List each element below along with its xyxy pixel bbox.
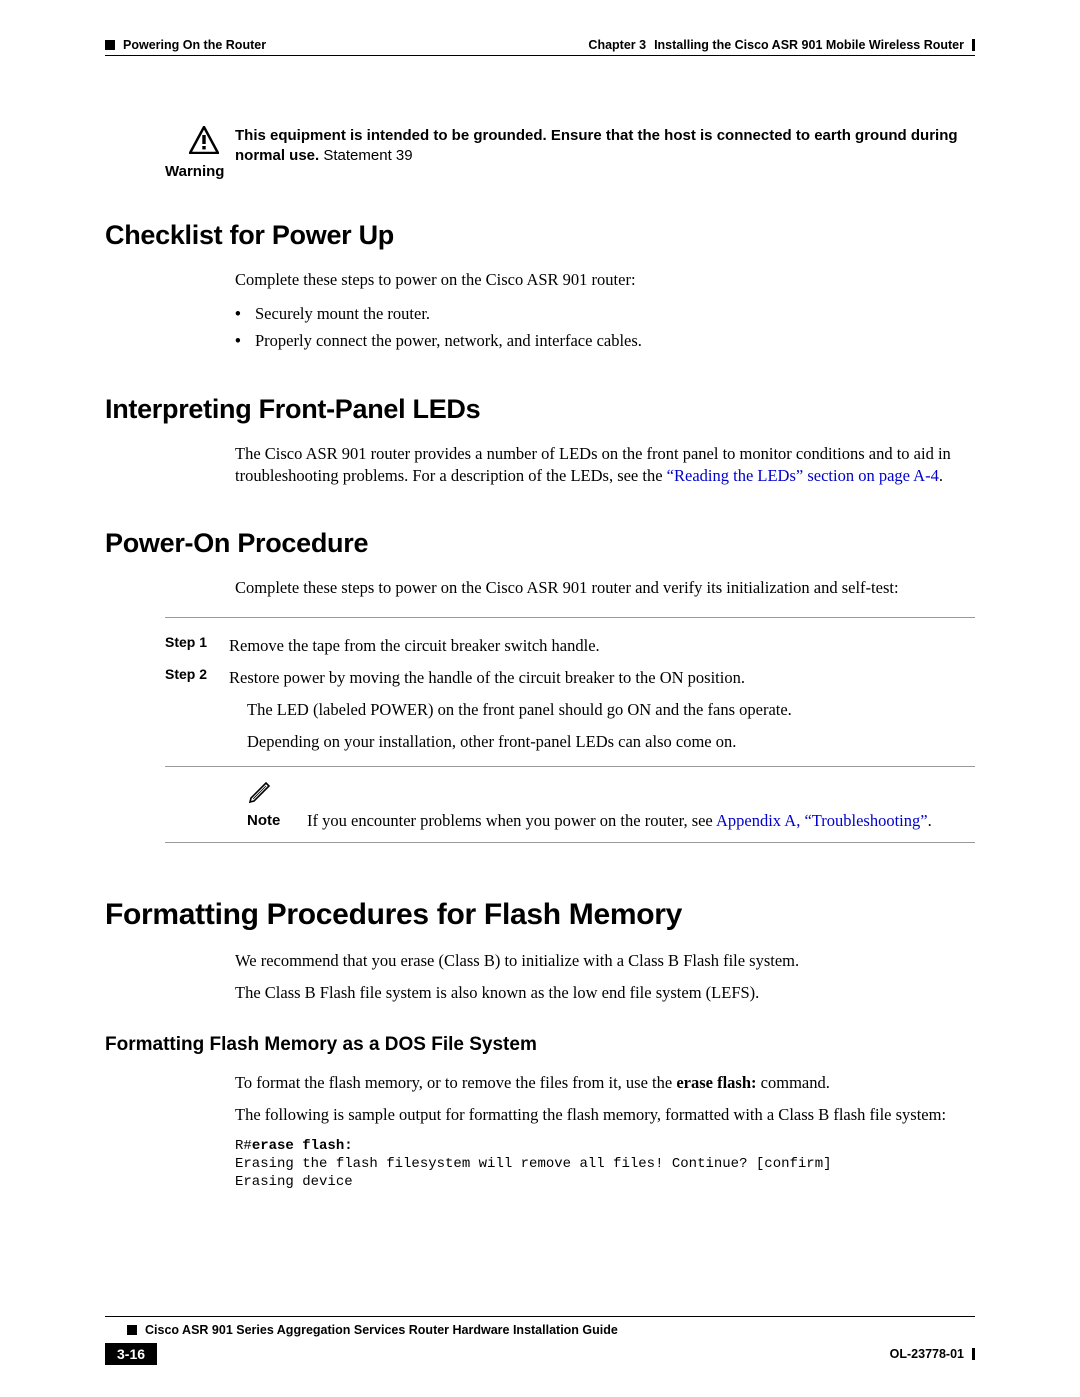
header-divider (105, 55, 975, 56)
heading-checklist: Checklist for Power Up (105, 220, 975, 251)
step-divider (165, 617, 975, 618)
flash-sub-p1-pre: To format the flash memory, or to remove… (235, 1073, 676, 1092)
code-line2: Erasing the flash filesystem will remove… (235, 1156, 832, 1172)
note-label: Note (247, 812, 295, 829)
checklist-bullets: Securely mount the router. Properly conn… (235, 301, 975, 354)
heading-poweron: Power-On Procedure (105, 528, 975, 559)
note-text-post: . (928, 811, 932, 830)
page-footer: Cisco ASR 901 Series Aggregation Service… (105, 1316, 975, 1365)
footer-right-marker-icon (972, 1348, 975, 1360)
flash-sub-p2: The following is sample output for forma… (235, 1104, 975, 1126)
note-icon (247, 779, 295, 810)
step-label: Step 1 (165, 634, 229, 650)
step-row: Step 1 Remove the tape from the circuit … (165, 630, 975, 662)
note-block: Note If you encounter problems when you … (247, 779, 975, 832)
heading-flash: Formatting Procedures for Flash Memory (105, 898, 975, 932)
footer-page-num: 3-16 (105, 1343, 157, 1365)
code-prompt: R# (235, 1138, 252, 1154)
header-right-marker-icon (972, 39, 975, 51)
warning-block: Warning This equipment is intended to be… (165, 126, 975, 180)
page-header: Powering On the Router Chapter 3 Install… (105, 38, 975, 52)
code-block: R#erase flash: Erasing the flash filesys… (235, 1137, 975, 1192)
step-row: Step 2 Restore power by moving the handl… (165, 662, 975, 694)
flash-sub-p1: To format the flash memory, or to remove… (235, 1072, 975, 1094)
step-extra: The LED (labeled POWER) on the front pan… (247, 694, 975, 726)
flash-sub-p1-cmd: erase flash: (676, 1073, 756, 1092)
warning-label: Warning (165, 163, 219, 180)
header-chapter-title: Installing the Cisco ASR 901 Mobile Wire… (654, 38, 964, 52)
warning-statement: Statement 39 (319, 147, 412, 164)
note-link[interactable]: Appendix A, “Troubleshooting” (716, 811, 928, 830)
step-body: Restore power by moving the handle of th… (229, 666, 975, 690)
poweron-steps: Step 1 Remove the tape from the circuit … (165, 617, 975, 843)
heading-leds: Interpreting Front-Panel LEDs (105, 394, 975, 425)
header-chapter-label: Chapter 3 (588, 38, 646, 52)
flash-p1: We recommend that you erase (Class B) to… (235, 950, 975, 972)
note-text-pre: If you encounter problems when you power… (307, 811, 716, 830)
footer-doc-id: OL-23778-01 (890, 1347, 964, 1361)
checklist-bullet: Securely mount the router. (235, 301, 975, 327)
step-body: Remove the tape from the circuit breaker… (229, 634, 975, 658)
note-body: If you encounter problems when you power… (307, 779, 975, 832)
leds-body: The Cisco ASR 901 router provides a numb… (235, 443, 975, 488)
step-divider (165, 842, 975, 843)
heading-flash-sub: Formatting Flash Memory as a DOS File Sy… (105, 1034, 975, 1056)
warning-icon (165, 126, 219, 159)
code-cmd: erase flash: (252, 1138, 353, 1154)
flash-p2: The Class B Flash file system is also kn… (235, 982, 975, 1004)
step-extra: Depending on your installation, other fr… (247, 726, 975, 758)
footer-divider (105, 1316, 975, 1317)
footer-guide-title: Cisco ASR 901 Series Aggregation Service… (145, 1323, 618, 1337)
header-section-title: Powering On the Router (123, 38, 266, 52)
header-left-marker-icon (105, 40, 115, 50)
poweron-intro: Complete these steps to power on the Cis… (235, 577, 975, 599)
footer-marker-icon (127, 1325, 137, 1335)
step-label: Step 2 (165, 666, 229, 682)
checklist-intro: Complete these steps to power on the Cis… (235, 269, 975, 291)
leds-link[interactable]: “Reading the LEDs” section on page A-4 (667, 466, 939, 485)
step-divider (165, 766, 975, 767)
leds-body-post: . (939, 466, 943, 485)
checklist-bullet: Properly connect the power, network, and… (235, 328, 975, 354)
flash-sub-p1-post: command. (757, 1073, 830, 1092)
code-line3: Erasing device (235, 1174, 353, 1190)
